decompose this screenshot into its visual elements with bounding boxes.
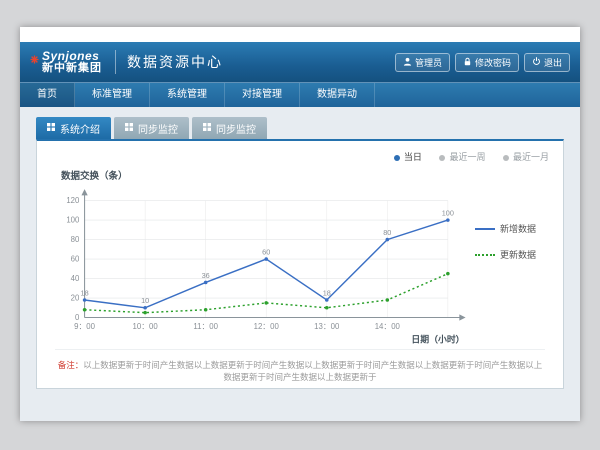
- window-top-strip: [20, 27, 580, 42]
- change-password-button[interactable]: 修改密码: [455, 53, 519, 72]
- svg-text:36: 36: [202, 271, 210, 280]
- dot-icon: [503, 155, 509, 161]
- chart-row: 0 20 40 60 80 100 120 9：00 10：00 11：00 12：00 13：00 1…: [37, 186, 563, 345]
- user-button[interactable]: 管理员: [395, 53, 450, 72]
- line-chart: 0 20 40 60 80 100 120 9：00 10：00 11：00 12：00 13：00 1…: [47, 186, 475, 345]
- nav-item-data-change[interactable]: 数据异动: [300, 83, 375, 107]
- footnote-label: 备注：: [58, 360, 84, 370]
- footnote-text: 以上数据更新于时间产生数据以上数据更新于时间产生数据以上数据更新于时间产生数据以…: [83, 360, 542, 383]
- user-button-label: 管理员: [415, 56, 442, 69]
- logout-button[interactable]: 退出: [524, 53, 570, 72]
- tab-bar: 系统介绍 同步监控 同步监控: [36, 117, 564, 139]
- main-nav: 首页 标准管理 系统管理 对接管理 数据异动: [20, 82, 580, 107]
- svg-text:80: 80: [71, 235, 80, 244]
- filter-last-week[interactable]: 最近一周: [439, 152, 485, 162]
- legend-item-update-data[interactable]: 更新数据: [475, 248, 559, 261]
- svg-text:13：00: 13：00: [314, 322, 340, 331]
- svg-text:100: 100: [66, 216, 80, 225]
- svg-text:18: 18: [81, 288, 89, 297]
- legend-item-new-data[interactable]: 新增数据: [475, 222, 559, 235]
- svg-text:10: 10: [141, 296, 149, 305]
- solid-line-icon: [475, 228, 495, 230]
- nav-item-connect-mgmt[interactable]: 对接管理: [225, 83, 300, 107]
- svg-text:60: 60: [71, 255, 80, 264]
- series-label: 更新数据: [500, 248, 536, 261]
- chart-series-legend: 新增数据 更新数据: [475, 186, 559, 274]
- chart-panel: 当日 最近一周 最近一月 数据交换（条） 0 20 40 60 80 100 120 9：00…: [36, 139, 564, 389]
- tab-system-intro[interactable]: 系统介绍: [36, 117, 111, 139]
- tab-label: 同步监控: [138, 121, 178, 136]
- grid-icon: [125, 123, 133, 134]
- change-password-label: 修改密码: [475, 56, 511, 69]
- filter-label: 最近一月: [513, 152, 549, 162]
- power-icon: [532, 57, 541, 68]
- logo-en: Synjones: [42, 50, 102, 63]
- svg-text:12：00: 12：00: [254, 322, 280, 331]
- series-label: 新增数据: [500, 222, 536, 235]
- svg-text:10：00: 10：00: [133, 322, 159, 331]
- svg-text:100: 100: [442, 208, 454, 217]
- page-title: 数据资源中心: [127, 52, 223, 72]
- svg-text:20: 20: [71, 294, 80, 303]
- filter-today[interactable]: 当日: [394, 152, 422, 162]
- logout-label: 退出: [544, 56, 562, 69]
- header-divider: [115, 50, 116, 74]
- logo-star-icon: [30, 51, 39, 60]
- app-window: Synjones 新中新集团 数据资源中心 管理员 修改密码 退出 首页 标准管…: [20, 27, 580, 421]
- nav-item-standard-mgmt[interactable]: 标准管理: [75, 83, 150, 107]
- tab-label: 同步监控: [216, 121, 256, 136]
- svg-text:80: 80: [383, 228, 391, 237]
- tab-sync-monitor-1[interactable]: 同步监控: [114, 117, 189, 139]
- dotted-line-icon: [475, 254, 495, 256]
- user-icon: [403, 57, 412, 68]
- svg-text:日期（小时）: 日期（小时）: [411, 334, 464, 345]
- logo-text: Synjones 新中新集团: [42, 50, 102, 74]
- filter-label: 当日: [404, 152, 422, 162]
- svg-text:60: 60: [262, 247, 270, 256]
- chart-y-axis-title: 数据交换（条）: [37, 141, 563, 186]
- nav-item-home[interactable]: 首页: [20, 83, 75, 107]
- dot-icon: [394, 155, 400, 161]
- content-area: 系统介绍 同步监控 同步监控 当日 最近一周 最近一月 数据交换（条） 0 20 4…: [20, 107, 580, 421]
- svg-text:0: 0: [75, 313, 80, 322]
- header-actions: 管理员 修改密码 退出: [395, 53, 570, 72]
- grid-icon: [47, 123, 55, 134]
- filter-label: 最近一周: [449, 152, 485, 162]
- dot-icon: [439, 155, 445, 161]
- svg-text:9：00: 9：00: [74, 322, 96, 331]
- chart-range-filters: 当日 最近一周 最近一月: [379, 150, 549, 163]
- nav-item-system-mgmt[interactable]: 系统管理: [150, 83, 225, 107]
- footnote: 备注：以上数据更新于时间产生数据以上数据更新于时间产生数据以上数据更新于时间产生…: [55, 349, 545, 385]
- tab-sync-monitor-2[interactable]: 同步监控: [192, 117, 267, 139]
- lock-icon: [463, 57, 472, 68]
- svg-text:40: 40: [71, 274, 80, 283]
- tab-label: 系统介绍: [60, 121, 100, 136]
- logo-cn: 新中新集团: [42, 63, 102, 75]
- filter-last-month[interactable]: 最近一月: [503, 152, 549, 162]
- app-header: Synjones 新中新集团 数据资源中心 管理员 修改密码 退出: [20, 42, 580, 82]
- logo: Synjones 新中新集团: [30, 50, 102, 74]
- svg-text:120: 120: [66, 196, 80, 205]
- grid-icon: [203, 123, 211, 134]
- svg-text:11：00: 11：00: [193, 322, 218, 331]
- svg-text:14：00: 14：00: [375, 322, 401, 331]
- svg-text:18: 18: [323, 288, 331, 297]
